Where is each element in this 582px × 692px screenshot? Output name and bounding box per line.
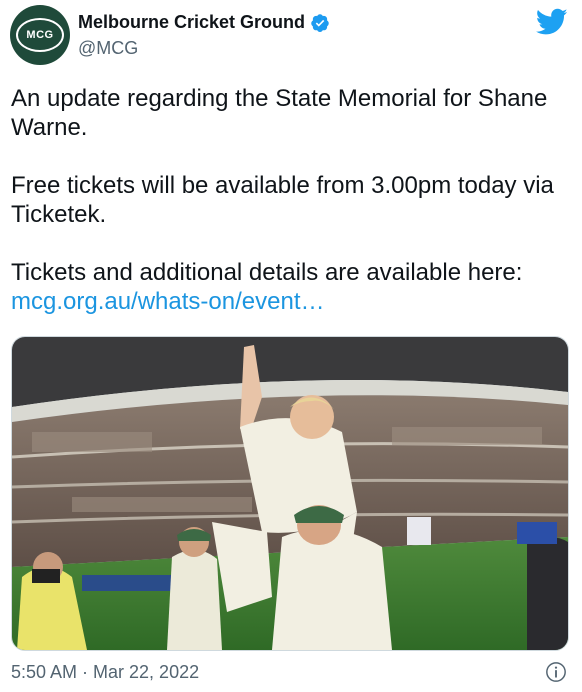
tweet-text: An update regarding the State Memorial f… <box>11 84 566 316</box>
tweet-paragraph-3-text: Tickets and additional details are avail… <box>11 259 523 286</box>
tweet-paragraph-2: Free tickets will be available from 3.00… <box>11 172 554 228</box>
display-name[interactable]: Melbourne Cricket Ground <box>78 12 305 33</box>
info-icon[interactable] <box>545 661 567 683</box>
avatar-logo-ring: MCG <box>16 18 64 52</box>
verified-badge-icon <box>311 13 329 32</box>
avatar-logo-text: MCG <box>26 29 54 41</box>
author-name-row[interactable]: Melbourne Cricket Ground <box>78 12 330 33</box>
tweet-card: MCG Melbourne Cricket Ground @MCG An upd… <box>0 0 582 692</box>
tweet-link[interactable]: mcg.org.au/whats-on/event… <box>11 288 325 315</box>
twitter-bird-icon[interactable] <box>536 8 568 36</box>
stadium-photo-illustration <box>12 337 568 650</box>
tweet-photo[interactable] <box>11 336 569 651</box>
tweet-paragraph-3: Tickets and additional details are avail… <box>11 258 566 316</box>
avatar[interactable]: MCG <box>10 5 70 65</box>
user-handle[interactable]: @MCG <box>78 38 138 59</box>
tweet-timestamp[interactable]: 5:50 AM · Mar 22, 2022 <box>11 662 199 683</box>
tweet-paragraph-1: An update regarding the State Memorial f… <box>11 85 548 141</box>
